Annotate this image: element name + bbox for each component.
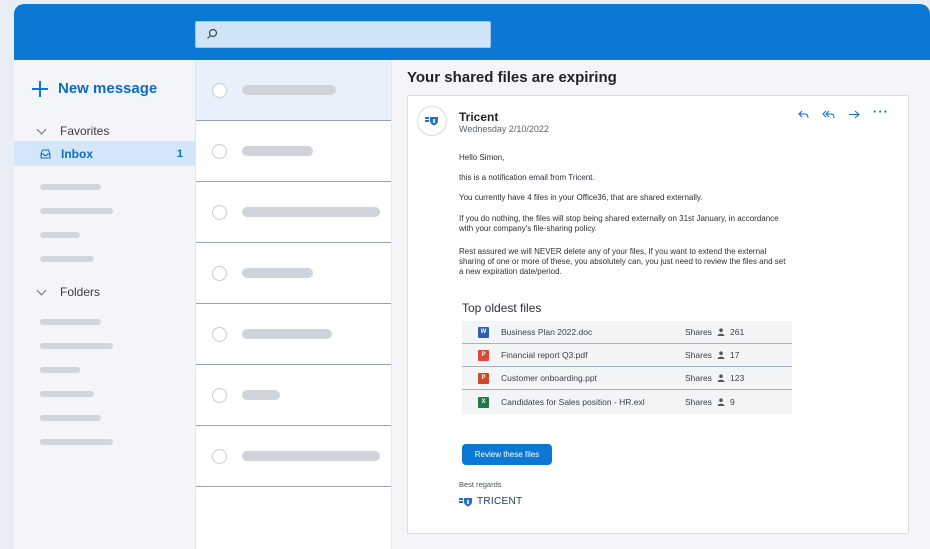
message-list xyxy=(196,60,392,549)
share-count: 17 xyxy=(730,350,740,360)
email-actions: ··· xyxy=(798,104,889,119)
folder-placeholder[interactable] xyxy=(40,367,80,373)
message-list-item[interactable] xyxy=(196,121,391,182)
file-name: Candidates for Sales position - HR.exl xyxy=(501,397,645,407)
message-placeholder xyxy=(242,146,313,156)
pdf-icon: P xyxy=(478,349,489,361)
file-row[interactable]: X Candidates for Sales position - HR.exl… xyxy=(462,390,792,414)
share-count: 9 xyxy=(730,397,735,407)
message-placeholder xyxy=(242,390,280,400)
top-bar xyxy=(14,4,930,60)
folder-placeholder[interactable] xyxy=(40,184,101,190)
share-count: 123 xyxy=(730,373,745,383)
body-paragraph: If you do nothing, the files will stop b… xyxy=(459,214,779,233)
signature-text: TRICENT xyxy=(477,496,523,507)
more-options-icon[interactable]: ··· xyxy=(873,104,889,119)
select-radio[interactable] xyxy=(212,143,227,159)
sender-name: Tricent xyxy=(459,110,499,124)
email-date: Wednesday 2/10/2022 xyxy=(459,124,549,134)
message-placeholder xyxy=(242,207,380,217)
excel-icon: X xyxy=(478,396,489,408)
avatar xyxy=(417,106,447,136)
message-list-item[interactable] xyxy=(196,60,391,121)
body-paragraph: Rest assured we will NEVER delete any of… xyxy=(459,247,786,276)
favorites-label: Favorites xyxy=(60,124,110,138)
inbox-icon xyxy=(40,149,51,158)
reply-icon[interactable] xyxy=(798,110,809,119)
folder-placeholder[interactable] xyxy=(40,232,80,238)
reply-all-icon[interactable] xyxy=(822,110,835,119)
message-placeholder xyxy=(242,85,336,95)
reading-pane: Your shared files are expiring Tricent W… xyxy=(392,60,930,549)
files-title: Top oldest files xyxy=(462,301,542,315)
folder-placeholder[interactable] xyxy=(40,415,101,421)
tricent-logo-icon xyxy=(425,117,438,126)
favorites-header[interactable]: Favorites xyxy=(36,124,110,138)
shares-label: Shares xyxy=(685,327,712,337)
new-message-button[interactable]: New message xyxy=(32,80,157,97)
message-placeholder xyxy=(242,329,332,339)
folder-placeholder[interactable] xyxy=(40,208,113,214)
folders-header[interactable]: Folders xyxy=(36,285,101,299)
email-subject: Your shared files are expiring xyxy=(407,69,617,86)
mail-window: New message Favorites Inbox 1 Folders Yo… xyxy=(14,4,930,549)
powerpoint-icon: P xyxy=(478,372,489,384)
select-radio[interactable] xyxy=(212,326,227,342)
word-icon: W xyxy=(478,326,489,338)
search-input[interactable] xyxy=(195,21,491,48)
chevron-down-icon xyxy=(36,124,47,134)
chevron-down-icon xyxy=(36,285,47,295)
body-paragraph: You currently have 4 files in your Offic… xyxy=(459,193,703,202)
file-row[interactable]: P Customer onboarding.ppt Shares 123 xyxy=(462,367,792,390)
select-radio[interactable] xyxy=(212,387,227,403)
file-name: Customer onboarding.ppt xyxy=(501,373,597,383)
shares-label: Shares xyxy=(685,397,712,407)
select-radio[interactable] xyxy=(212,448,227,464)
message-list-item[interactable] xyxy=(196,365,391,426)
folders-label: Folders xyxy=(60,285,101,299)
inbox-label: Inbox xyxy=(61,146,93,161)
message-list-item[interactable] xyxy=(196,243,391,304)
file-name: Financial report Q3.pdf xyxy=(501,350,588,360)
select-radio[interactable] xyxy=(212,204,227,220)
file-name: Business Plan 2022.doc xyxy=(501,327,593,337)
shares-label: Shares xyxy=(685,350,712,360)
folder-placeholder[interactable] xyxy=(40,319,101,325)
select-radio[interactable] xyxy=(212,265,227,281)
review-files-button[interactable]: Review these files xyxy=(462,444,552,465)
files-table: W Business Plan 2022.doc Shares 261 P Fi… xyxy=(462,321,792,414)
person-icon xyxy=(717,351,725,359)
person-icon xyxy=(717,398,725,406)
forward-icon[interactable] xyxy=(848,110,860,119)
inbox-count: 1 xyxy=(176,147,183,160)
folder-placeholder[interactable] xyxy=(40,343,113,349)
file-row[interactable]: W Business Plan 2022.doc Shares 261 xyxy=(462,321,792,344)
message-list-item[interactable] xyxy=(196,304,391,365)
message-list-item[interactable] xyxy=(196,426,391,487)
plus-icon xyxy=(32,80,48,97)
signature-logo: TRICENT xyxy=(459,496,522,507)
person-icon xyxy=(717,328,725,336)
select-radio[interactable] xyxy=(212,82,227,98)
folder-placeholder[interactable] xyxy=(40,439,113,445)
body-paragraph: this is a notification email from Tricen… xyxy=(459,173,595,182)
folder-placeholder[interactable] xyxy=(40,256,94,262)
file-row[interactable]: P Financial report Q3.pdf Shares 17 xyxy=(462,344,792,367)
message-list-item[interactable] xyxy=(196,182,391,243)
shares-label: Shares xyxy=(685,373,712,383)
sidebar: New message Favorites Inbox 1 Folders xyxy=(14,60,196,549)
email-card: Tricent Wednesday 2/10/2022 ··· Hello Si… xyxy=(407,95,909,534)
new-message-label: New message xyxy=(58,80,158,97)
person-icon xyxy=(717,374,725,382)
sidebar-item-inbox[interactable]: Inbox 1 xyxy=(14,141,195,166)
regards-text: Best regards xyxy=(459,480,502,489)
message-placeholder xyxy=(242,268,313,278)
tricent-logo-icon xyxy=(459,497,472,506)
search-icon xyxy=(207,28,218,39)
folder-placeholder[interactable] xyxy=(40,391,94,397)
greeting: Hello Simon, xyxy=(459,153,505,162)
share-count: 261 xyxy=(730,327,745,337)
message-placeholder xyxy=(242,451,380,461)
